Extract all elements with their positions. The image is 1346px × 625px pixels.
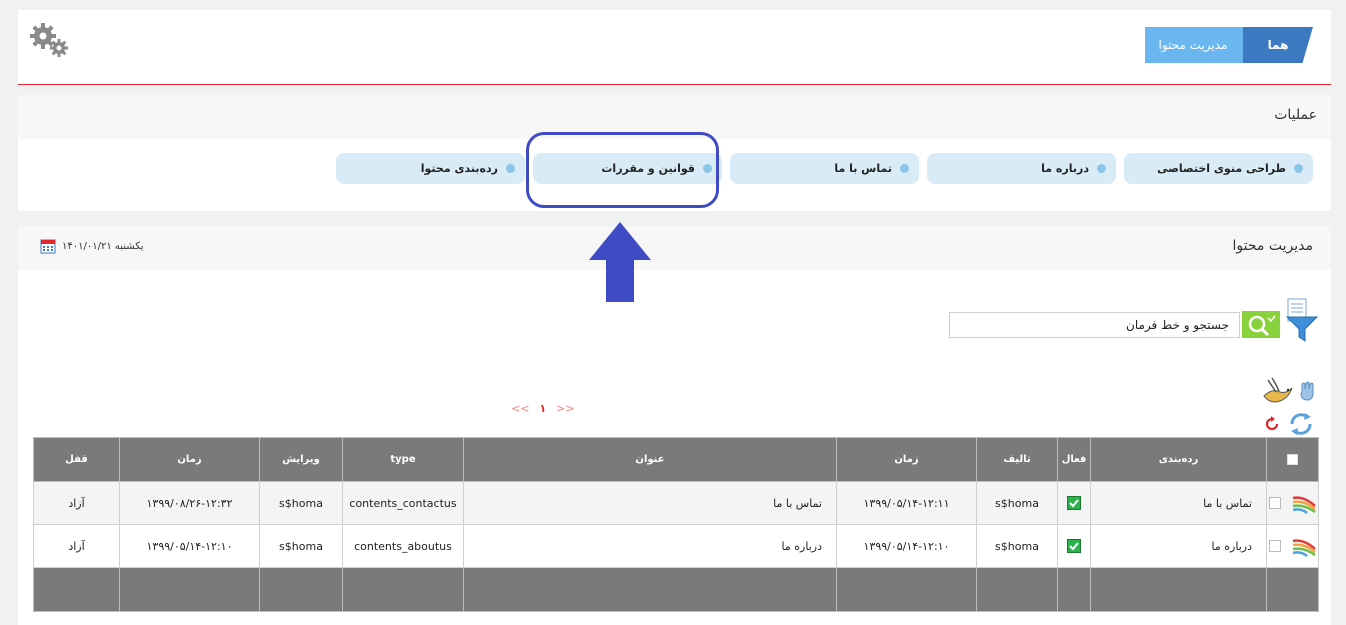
table-header-row: رده‌بندی فعال تالیف زمان عنوان type ویرا… <box>33 437 1319 482</box>
footer-cell <box>342 567 464 612</box>
cell-type: contents_aboutus <box>342 524 464 568</box>
footer-cell <box>119 567 260 612</box>
header-type[interactable]: type <box>342 437 464 482</box>
footer-cell <box>1057 567 1091 612</box>
sync-icon[interactable] <box>1287 412 1315 436</box>
search-button[interactable] <box>1242 311 1280 338</box>
arrow-up-icon <box>589 222 651 302</box>
footer-cell <box>463 567 837 612</box>
tab-label: درباره ما <box>1041 162 1089 175</box>
cell-time-created: ۱۳۹۹/۰۵/۱۴-۱۲:۱۱ <box>836 481 977 525</box>
header-lock[interactable]: قفل <box>33 437 120 482</box>
footer-cell <box>33 567 120 612</box>
operations-title: عملیات <box>1274 107 1317 123</box>
row-select-cell <box>1266 524 1319 568</box>
cell-time-edited: ۱۳۹۹/۰۸/۲۶-۱۲:۳۲ <box>119 481 260 525</box>
row-checkbox[interactable] <box>1268 540 1281 552</box>
footer-cell <box>976 567 1058 612</box>
date-display: یکشنبه ۱۴۰۱/۰۱/۲۱ <box>40 238 144 254</box>
pager-current[interactable]: ۱ <box>539 402 546 415</box>
cell-category: درباره ما <box>1090 524 1267 568</box>
dot-icon <box>900 164 909 173</box>
pager-prev[interactable]: << <box>511 402 529 415</box>
header-time-edited[interactable]: زمان <box>119 437 260 482</box>
table-footer-row <box>33 567 1319 612</box>
gear-icon[interactable] <box>28 22 72 58</box>
cell-lock: آزاد <box>33 524 120 568</box>
cell-editor: s$homa <box>259 481 343 525</box>
calendar-icon <box>40 239 56 254</box>
dot-icon <box>506 164 515 173</box>
breadcrumb-home[interactable]: هما <box>1243 27 1313 63</box>
breadcrumb-current[interactable]: مدیریت محتوا <box>1145 27 1257 63</box>
cell-title[interactable]: تماس با ما <box>463 481 837 525</box>
header-active[interactable]: فعال <box>1057 437 1091 482</box>
cell-lock: آزاد <box>33 481 120 525</box>
footer-cell <box>259 567 343 612</box>
row-checkbox[interactable] <box>1268 497 1281 509</box>
tab-content-categories[interactable]: رده‌بندی محتوا <box>336 153 525 184</box>
cell-title[interactable]: درباره ما <box>463 524 837 568</box>
cell-category: تماس با ما <box>1090 481 1267 525</box>
content-table: رده‌بندی فعال تالیف زمان عنوان type ویرا… <box>33 437 1319 612</box>
footer-cell <box>1090 567 1267 612</box>
bird-icon[interactable] <box>1262 376 1294 406</box>
dot-icon <box>1294 164 1303 173</box>
row-select-cell <box>1266 481 1319 525</box>
tab-label: طراحی منوی اختصاصی <box>1157 162 1286 175</box>
table-row[interactable]: درباره ما s$homa ۱۳۹۹/۰۵/۱۴-۱۲:۱۰ درباره… <box>33 524 1319 568</box>
tab-contact-us[interactable]: تماس با ما <box>730 153 919 184</box>
tab-about-us[interactable]: درباره ما <box>927 153 1116 184</box>
operations-tabs: طراحی منوی اختصاصی درباره ما تماس با ما … <box>336 153 1313 184</box>
tab-custom-menu[interactable]: طراحی منوی اختصاصی <box>1124 153 1313 184</box>
search-icon <box>1248 315 1276 336</box>
dot-icon <box>1097 164 1106 173</box>
breadcrumb: هما مدیریت محتوا <box>1145 27 1313 63</box>
check-icon[interactable] <box>1067 539 1081 553</box>
header-time-created[interactable]: زمان <box>836 437 977 482</box>
tab-label: رده‌بندی محتوا <box>420 162 498 175</box>
rainbow-icon[interactable] <box>1291 492 1317 514</box>
cell-editor: s$homa <box>259 524 343 568</box>
cell-active[interactable] <box>1057 524 1091 568</box>
select-all-checkbox[interactable] <box>1287 453 1298 465</box>
pagination: << ۱ >> <box>511 402 575 415</box>
cell-time-edited: ۱۳۹۹/۰۵/۱۴-۱۲:۱۰ <box>119 524 260 568</box>
highlight-outline <box>526 132 719 208</box>
rainbow-icon[interactable] <box>1291 535 1317 557</box>
cell-author: s$homa <box>976 481 1058 525</box>
cell-author: s$homa <box>976 524 1058 568</box>
header-author[interactable]: تالیف <box>976 437 1058 482</box>
tab-label: تماس با ما <box>834 162 892 175</box>
header-title[interactable]: عنوان <box>463 437 837 482</box>
table-row[interactable]: تماس با ما s$homa ۱۳۹۹/۰۵/۱۴-۱۲:۱۱ تماس … <box>33 481 1319 525</box>
cell-type: contents_contactus <box>342 481 464 525</box>
search-input[interactable] <box>949 312 1240 338</box>
content-title: مدیریت محتوا <box>1232 238 1313 254</box>
header-category[interactable]: رده‌بندی <box>1090 437 1267 482</box>
top-bar: هما مدیریت محتوا <box>18 10 1331 85</box>
header-editor[interactable]: ویرایش <box>259 437 343 482</box>
footer-cell <box>1266 567 1319 612</box>
pager-next[interactable]: >> <box>556 402 574 415</box>
cell-active[interactable] <box>1057 481 1091 525</box>
reload-icon[interactable] <box>1263 415 1281 433</box>
header-select-all[interactable] <box>1266 437 1319 482</box>
cell-time-created: ۱۳۹۹/۰۵/۱۴-۱۲:۱۰ <box>836 524 977 568</box>
check-icon[interactable] <box>1067 496 1081 510</box>
footer-cell <box>836 567 977 612</box>
date-text: یکشنبه ۱۴۰۱/۰۱/۲۱ <box>62 240 144 252</box>
hand-icon[interactable] <box>1298 380 1318 402</box>
content-header: مدیریت محتوا یکشنبه ۱۴۰۱/۰۱/۲۱ <box>18 226 1331 270</box>
filter-icon[interactable] <box>1284 297 1320 343</box>
